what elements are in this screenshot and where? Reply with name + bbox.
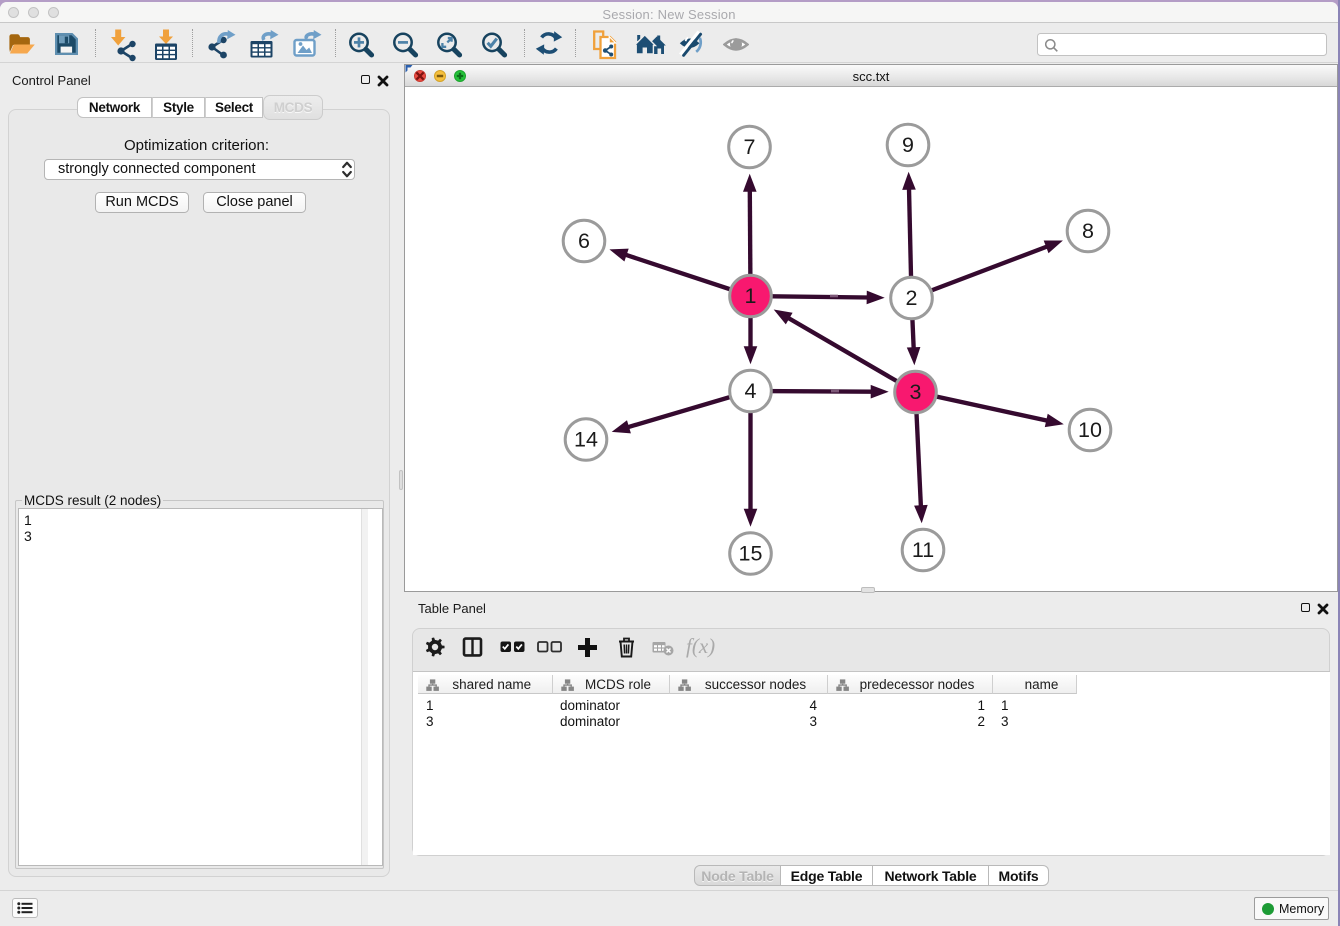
svg-text:15: 15 [739,542,763,566]
svg-text:8: 8 [1082,219,1094,243]
svg-text:4: 4 [745,379,757,403]
svg-text:1: 1 [745,284,757,308]
svg-text:11: 11 [912,538,934,562]
svg-text:2: 2 [906,286,918,310]
svg-text:9: 9 [902,133,914,157]
svg-text:14: 14 [574,428,598,452]
svg-text:3: 3 [910,380,922,404]
svg-text:6: 6 [578,229,590,253]
svg-text:10: 10 [1078,418,1102,442]
svg-text:7: 7 [744,135,756,159]
